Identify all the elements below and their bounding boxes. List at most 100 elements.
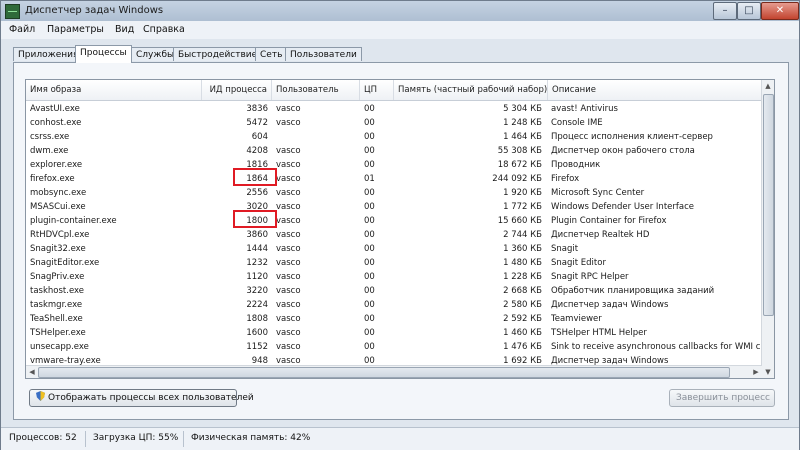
menu-bar: Файл Параметры Вид Справка xyxy=(1,21,799,39)
table-row[interactable]: unsecapp.exe 1152 vasco 00 1 476 КБ Sink to r… xyxy=(26,340,762,354)
cell-user: vasco xyxy=(276,202,301,212)
cell-name: firefox.exe xyxy=(30,174,75,184)
vertical-scrollbar[interactable]: ▲ ▼ xyxy=(761,80,774,378)
cell-name: TSHelper.exe xyxy=(30,328,86,338)
table-row[interactable]: MSASCui.exe 3020 vasco 00 1 772 КБ Windows De… xyxy=(26,200,762,214)
table-row[interactable]: SnagPriv.exe 1120 vasco 00 1 228 КБ Snagit RP… xyxy=(26,270,762,284)
cell-user: vasco xyxy=(276,118,301,128)
cell-mem: 5 304 КБ xyxy=(503,104,542,114)
uac-shield-icon xyxy=(36,391,45,401)
table-row[interactable]: SnagitEditor.exe 1232 vasco 00 1 480 КБ Snagi… xyxy=(26,256,762,270)
cell-mem: 1 480 КБ xyxy=(503,258,542,268)
tab-applications[interactable]: Приложения xyxy=(13,47,84,61)
table-row[interactable]: AvastUI.exe 3836 vasco 00 5 304 КБ avast! Ant… xyxy=(26,102,762,116)
tab-performance[interactable]: Быстродействие xyxy=(173,47,263,61)
column-header-image-name[interactable]: Имя образа xyxy=(26,80,202,100)
table-row[interactable]: conhost.exe 5472 vasco 00 1 248 КБ Console IM… xyxy=(26,116,762,130)
cell-cpu: 00 xyxy=(364,272,375,282)
cell-name: mobsync.exe xyxy=(30,188,87,198)
menu-view[interactable]: Вид xyxy=(115,24,134,35)
scroll-right-arrow-icon[interactable]: ▶ xyxy=(750,366,762,378)
table-row[interactable]: firefox.exe 1864 vasco 01 244 092 КБ Firefox xyxy=(26,172,762,186)
column-header-row: Имя образа ИД процесса Пользователь ЦП П… xyxy=(26,80,762,101)
cell-cpu: 00 xyxy=(364,300,375,310)
column-header-user[interactable]: Пользователь xyxy=(272,80,360,100)
table-row[interactable]: explorer.exe 1816 vasco 00 18 672 КБ Проводни… xyxy=(26,158,762,172)
cell-mem: 1 248 КБ xyxy=(503,118,542,128)
scroll-up-arrow-icon[interactable]: ▲ xyxy=(762,80,774,92)
menu-options[interactable]: Параметры xyxy=(47,24,104,35)
tab-network[interactable]: Сеть xyxy=(255,47,288,61)
cell-mem: 55 308 КБ xyxy=(497,146,542,156)
cell-name: TeaShell.exe xyxy=(30,314,83,324)
column-header-memory[interactable]: Память (частный рабочий набор) xyxy=(394,80,548,100)
cell-cpu: 01 xyxy=(364,174,375,184)
tab-processes[interactable]: Процессы xyxy=(75,45,132,63)
tab-users[interactable]: Пользователи xyxy=(285,47,362,61)
table-row[interactable]: dwm.exe 4208 vasco 00 55 308 КБ Диспетчер око… xyxy=(26,144,762,158)
task-manager-window: Диспетчер задач Windows – □ ✕ Файл Парам… xyxy=(0,0,800,450)
column-header-pid[interactable]: ИД процесса xyxy=(202,80,272,100)
cell-name: Snagit32.exe xyxy=(30,244,86,254)
table-row[interactable]: csrss.exe 604 00 1 464 КБ Процесс исполнения… xyxy=(26,130,762,144)
end-process-button[interactable]: Завершить процесс xyxy=(669,389,775,407)
cell-desc: Plugin Container for Firefox xyxy=(551,216,667,226)
show-all-users-button[interactable]: Отображать процессы всех пользователей xyxy=(29,389,254,407)
cell-pid: 1152 xyxy=(246,342,268,352)
title-bar[interactable]: Диспетчер задач Windows – □ ✕ xyxy=(1,1,799,21)
cell-pid: 3860 xyxy=(246,230,268,240)
cell-user xyxy=(276,130,356,144)
table-row[interactable]: RtHDVCpl.exe 3860 vasco 00 2 744 КБ Диспетчер… xyxy=(26,228,762,242)
horizontal-scrollbar[interactable]: ◀ ▶ xyxy=(26,365,762,378)
menu-help[interactable]: Справка xyxy=(143,24,185,35)
cell-pid: 1120 xyxy=(246,272,268,282)
horizontal-scroll-thumb[interactable] xyxy=(38,367,730,378)
cell-user: vasco xyxy=(276,300,301,310)
cell-name: taskmgr.exe xyxy=(30,300,83,310)
cell-desc: Snagit RPC Helper xyxy=(551,272,629,282)
maximize-button[interactable]: □ xyxy=(737,2,761,20)
cell-user: vasco xyxy=(276,174,301,184)
status-separator xyxy=(85,431,86,447)
table-row[interactable]: plugin-container.exe 1800 vasco 00 15 660 КБ… xyxy=(26,214,762,228)
cell-desc: TSHelper HTML Helper xyxy=(551,328,647,338)
cell-pid: 604 xyxy=(251,132,268,142)
cell-pid: 1808 xyxy=(246,314,268,324)
minimize-button[interactable]: – xyxy=(713,2,737,20)
vertical-scroll-thumb[interactable] xyxy=(763,94,774,316)
table-row[interactable]: taskhost.exe 3220 vasco 00 2 668 КБ Обработчи… xyxy=(26,284,762,298)
cell-user: vasco xyxy=(276,188,301,198)
table-row[interactable]: mobsync.exe 2556 vasco 00 1 920 КБ Microsoft … xyxy=(26,186,762,200)
cell-cpu: 00 xyxy=(364,286,375,296)
cell-name: MSASCui.exe xyxy=(30,202,86,212)
pid-highlight-plugin-container xyxy=(233,210,277,228)
tab-services[interactable]: Службы xyxy=(131,47,180,61)
cell-cpu: 00 xyxy=(364,342,375,352)
menu-file[interactable]: Файл xyxy=(9,24,35,35)
cell-mem: 2 668 КБ xyxy=(503,286,542,296)
cell-mem: 2 580 КБ xyxy=(503,300,542,310)
column-header-description[interactable]: Описание xyxy=(548,80,762,100)
cell-name: SnagitEditor.exe xyxy=(30,258,100,268)
cell-name: dwm.exe xyxy=(30,146,69,156)
table-row[interactable]: TeaShell.exe 1808 vasco 00 2 592 КБ Teamviewe… xyxy=(26,312,762,326)
scroll-left-arrow-icon[interactable]: ◀ xyxy=(26,366,38,378)
table-row[interactable]: Snagit32.exe 1444 vasco 00 1 360 КБ Snagit xyxy=(26,242,762,256)
status-physical-memory: Физическая память: 42% xyxy=(191,433,311,443)
close-button[interactable]: ✕ xyxy=(761,2,799,20)
cell-mem: 1 476 КБ xyxy=(503,342,542,352)
cell-cpu: 00 xyxy=(364,118,375,128)
scroll-down-arrow-icon[interactable]: ▼ xyxy=(762,366,774,378)
cell-mem: 244 092 КБ xyxy=(492,174,542,184)
cell-pid: 2224 xyxy=(246,300,268,310)
cell-desc: Диспетчер Realtek HD xyxy=(551,230,650,240)
cell-user: vasco xyxy=(276,328,301,338)
process-list[interactable]: Имя образа ИД процесса Пользователь ЦП П… xyxy=(25,79,775,379)
cell-pid: 3836 xyxy=(246,104,268,114)
cell-user: vasco xyxy=(276,244,301,254)
table-row[interactable]: TSHelper.exe 1600 vasco 00 1 460 КБ TSHelper … xyxy=(26,326,762,340)
column-header-cpu[interactable]: ЦП xyxy=(360,80,394,100)
task-manager-app-icon xyxy=(5,4,20,19)
cell-mem: 1 360 КБ xyxy=(503,244,542,254)
table-row[interactable]: taskmgr.exe 2224 vasco 00 2 580 КБ Диспетчер … xyxy=(26,298,762,312)
